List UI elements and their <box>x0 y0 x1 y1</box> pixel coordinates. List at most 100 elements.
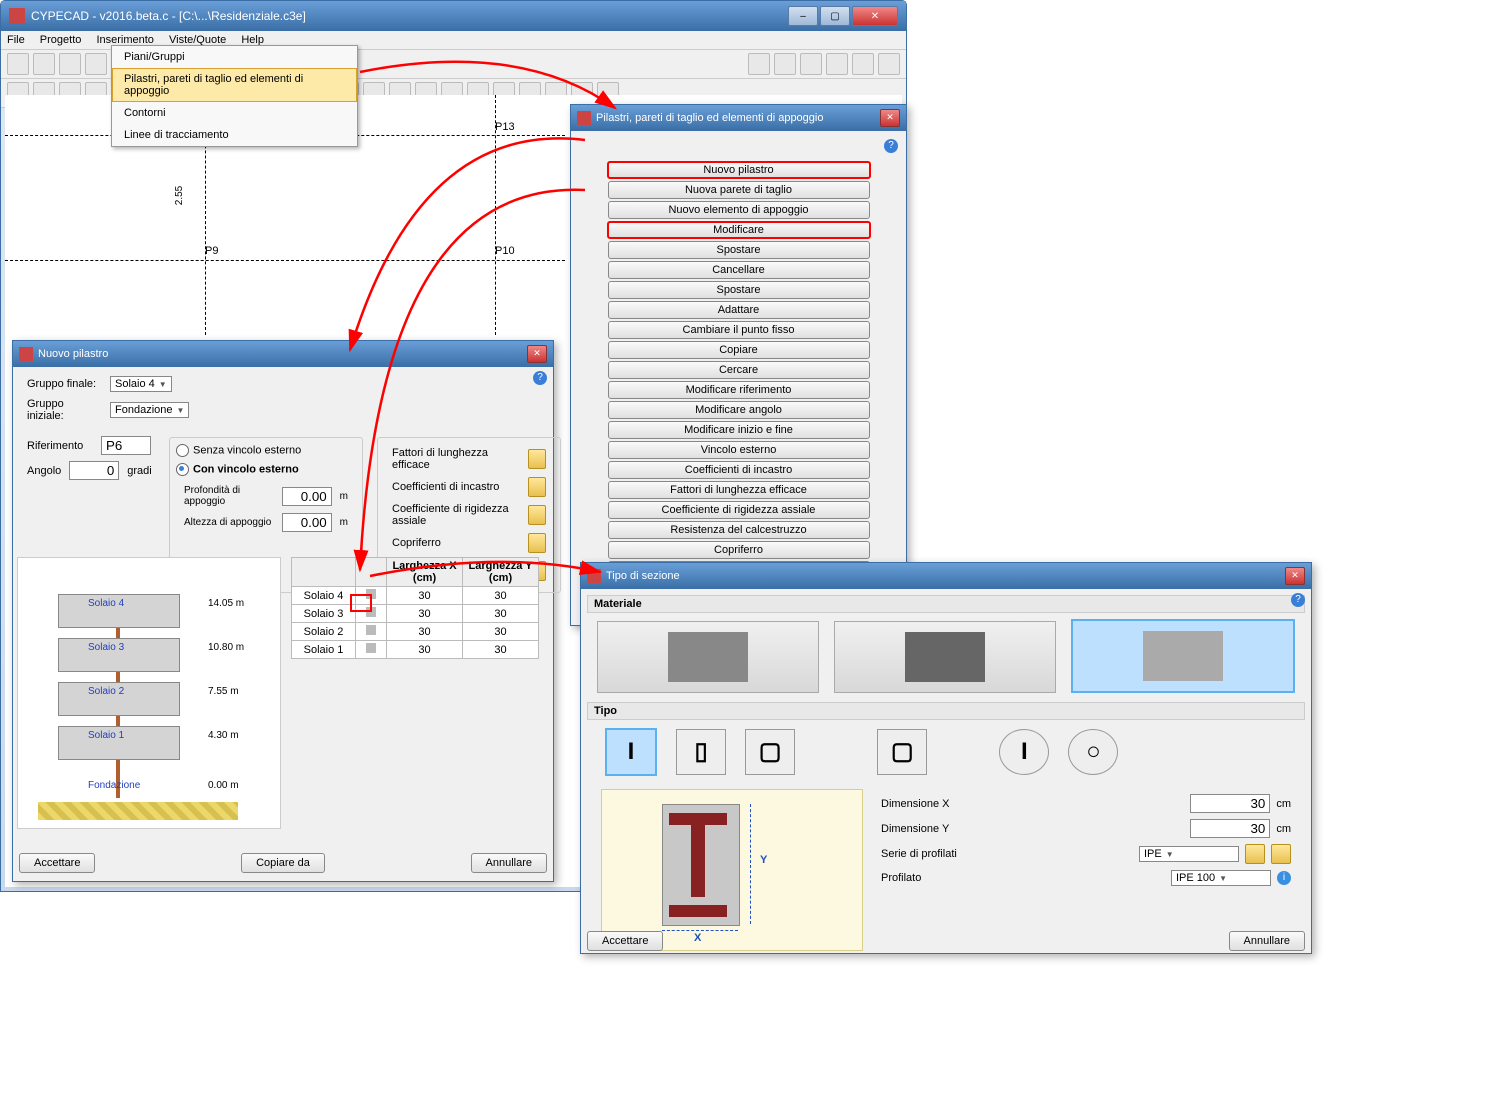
cancel-button[interactable]: Annullare <box>471 853 547 873</box>
dim-y-input[interactable] <box>1190 819 1270 838</box>
tipo-sezione-dialog: Tipo di sezione ✕ ? Materiale Tipo I ▯ ▢… <box>580 562 1312 954</box>
tool-icon[interactable] <box>800 53 822 75</box>
dialog-title: Pilastri, pareti di taglio ed elementi d… <box>596 112 880 124</box>
tool-icon[interactable] <box>7 53 29 75</box>
tool-icon[interactable] <box>33 53 55 75</box>
tipo-rect[interactable]: ▯ <box>676 729 726 775</box>
profondita-input[interactable] <box>282 487 332 506</box>
gruppo-finale-select[interactable]: Solaio 4 <box>110 376 172 392</box>
tool-icon[interactable] <box>85 53 107 75</box>
angolo-input[interactable] <box>69 461 119 480</box>
radio-con-vincolo[interactable] <box>176 463 189 476</box>
link-button[interactable] <box>528 449 546 469</box>
accept-button[interactable]: Accettare <box>587 931 663 951</box>
window-title: CYPECAD - v2016.beta.c - [C:\...\Residen… <box>31 9 306 23</box>
tool-button[interactable]: Adattare <box>608 301 870 319</box>
altezza-input[interactable] <box>282 513 332 532</box>
help-icon[interactable]: ? <box>884 139 898 153</box>
link-button[interactable] <box>528 505 546 525</box>
info-icon[interactable]: i <box>1277 871 1291 885</box>
maximize-button[interactable]: ▢ <box>820 6 850 26</box>
angolo-unit: gradi <box>127 465 151 477</box>
dialog-title: Nuovo pilastro <box>38 348 527 360</box>
link-button[interactable] <box>528 477 546 497</box>
tool-button[interactable]: Fattori di lunghezza efficace <box>608 481 870 499</box>
profilato-select[interactable]: IPE 100 <box>1171 870 1271 886</box>
dialog-icon <box>577 111 591 125</box>
tipo-circle[interactable]: ○ <box>1068 729 1118 775</box>
close-button[interactable]: ✕ <box>852 6 898 26</box>
tool-button[interactable]: Nuovo elemento di appoggio <box>608 201 870 219</box>
help-icon[interactable] <box>748 53 770 75</box>
pillar-label-p13: P13 <box>495 121 515 133</box>
material-composite[interactable] <box>1071 619 1295 693</box>
nuovo-pilastro-dialog: Nuovo pilastro ✕ ? Gruppo finale: Solaio… <box>12 340 554 882</box>
tipo-circle-i[interactable]: I <box>999 729 1049 775</box>
gruppo-iniziale-select[interactable]: Fondazione <box>110 402 189 418</box>
tool-icon[interactable] <box>878 53 900 75</box>
material-concrete[interactable] <box>597 621 819 693</box>
tool-button[interactable]: Modificare <box>607 221 871 239</box>
pillar-label-p9: P9 <box>205 245 218 257</box>
close-icon[interactable]: ✕ <box>527 345 547 363</box>
close-icon[interactable]: ✕ <box>880 109 900 127</box>
tool-button[interactable]: Nuova parete di taglio <box>608 181 870 199</box>
tool-button[interactable]: Copiare <box>608 341 870 359</box>
tool-button[interactable]: Cancellare <box>608 261 870 279</box>
tool-button[interactable]: Modificare angolo <box>608 401 870 419</box>
dimension-label: 2.55 <box>174 186 185 205</box>
dialog-icon <box>587 569 601 583</box>
tool-icon[interactable] <box>826 53 848 75</box>
tool-button[interactable]: Coefficienti di incastro <box>608 461 870 479</box>
menu-linee[interactable]: Linee di tracciamento <box>112 124 357 146</box>
riferimento-input[interactable] <box>101 436 151 455</box>
cancel-button[interactable]: Annullare <box>1229 931 1305 951</box>
menu-file[interactable]: File <box>7 34 25 46</box>
minimize-button[interactable]: – <box>788 6 818 26</box>
tool-button[interactable]: Cercare <box>608 361 870 379</box>
tool-button[interactable]: Modificare riferimento <box>608 381 870 399</box>
copy-button[interactable]: Copiare da <box>241 853 325 873</box>
link-button[interactable] <box>528 533 546 553</box>
dialog-title: Tipo di sezione <box>606 570 1285 582</box>
tool-icon[interactable] <box>774 53 796 75</box>
radio-senza-vincolo[interactable] <box>176 444 189 457</box>
menu-pilastri[interactable]: Pilastri, pareti di taglio ed elementi d… <box>112 68 357 102</box>
accept-button[interactable]: Accettare <box>19 853 95 873</box>
tool-button[interactable]: Copriferro <box>608 541 870 559</box>
menu-progetto[interactable]: Progetto <box>40 34 82 46</box>
dialog-icon <box>19 347 33 361</box>
menu-piani[interactable]: Piani/Gruppi <box>112 46 357 68</box>
app-icon <box>9 8 25 24</box>
tool-button[interactable]: Vincolo esterno <box>608 441 870 459</box>
tool-button[interactable]: Cambiare il punto fisso <box>608 321 870 339</box>
table-cell-highlight <box>350 594 372 612</box>
menu-contorni[interactable]: Contorni <box>112 102 357 124</box>
tool-icon[interactable] <box>852 53 874 75</box>
table-icon[interactable] <box>1271 844 1291 864</box>
tool-button[interactable]: Resistenza del calcestruzzo <box>608 521 870 539</box>
tool-button[interactable]: Nuovo pilastro <box>607 161 871 179</box>
tool-button[interactable]: Coefficiente di rigidezza assiale <box>608 501 870 519</box>
edit-icon[interactable] <box>1245 844 1265 864</box>
tool-button[interactable]: Spostare <box>608 281 870 299</box>
tipo-i[interactable]: I <box>605 728 657 776</box>
help-icon[interactable]: ? <box>1291 593 1305 607</box>
close-icon[interactable]: ✕ <box>1285 567 1305 585</box>
serie-label: Serie di profilati <box>881 848 991 860</box>
material-steel[interactable] <box>834 621 1056 693</box>
titlebar: CYPECAD - v2016.beta.c - [C:\...\Residen… <box>1 1 906 31</box>
tool-button[interactable]: Spostare <box>608 241 870 259</box>
inserimento-dropdown: Piani/Gruppi Pilastri, pareti di taglio … <box>111 45 358 147</box>
column-diagram: Solaio 414.05 m Solaio 310.80 m Solaio 2… <box>17 557 281 829</box>
tool-icon[interactable] <box>59 53 81 75</box>
section-preview: Y X <box>601 789 863 951</box>
angolo-label: Angolo <box>27 465 61 477</box>
tipo-box[interactable]: ▢ <box>877 729 927 775</box>
dim-x-input[interactable] <box>1190 794 1270 813</box>
tool-button[interactable]: Modificare inizio e fine <box>608 421 870 439</box>
dim-y-label: Dimensione Y <box>881 823 991 835</box>
tipo-square[interactable]: ▢ <box>745 729 795 775</box>
help-icon[interactable]: ? <box>533 371 547 385</box>
serie-select[interactable]: IPE <box>1139 846 1239 862</box>
